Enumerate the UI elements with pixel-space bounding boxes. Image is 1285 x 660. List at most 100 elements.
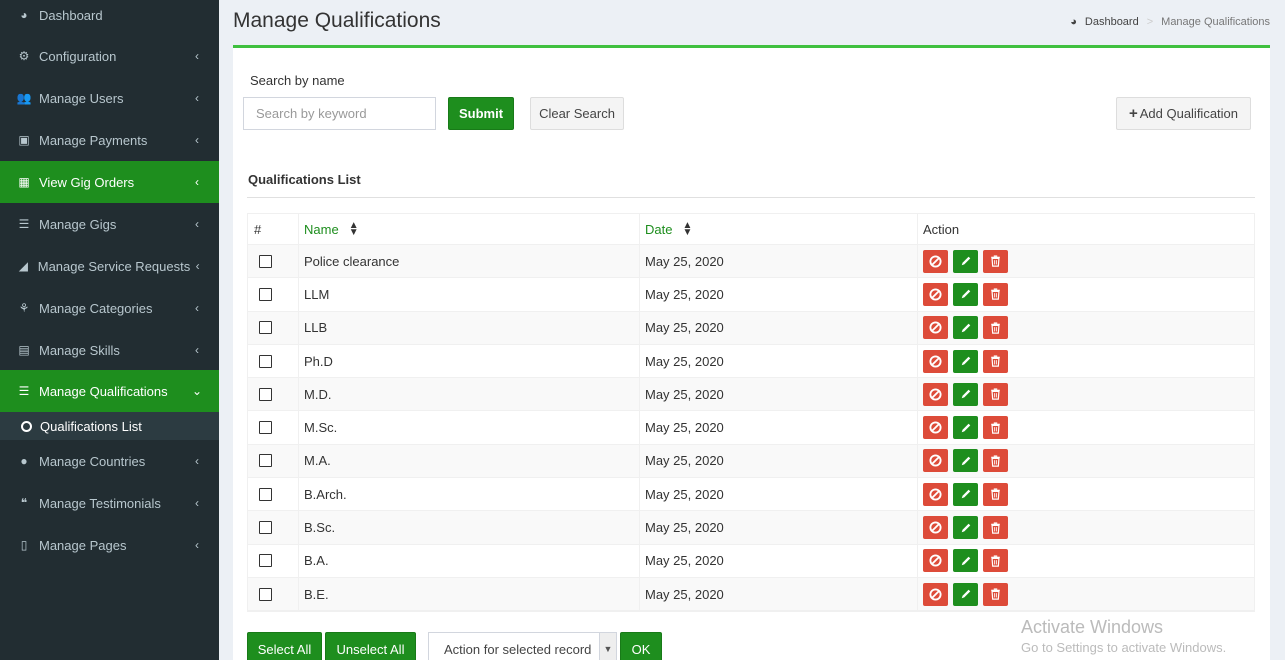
pencil-icon[interactable] <box>953 282 978 306</box>
ban-icon[interactable] <box>923 382 948 406</box>
list-alt-icon: ☰ <box>18 217 30 231</box>
row-checkbox[interactable] <box>259 287 272 301</box>
row-checkbox[interactable] <box>259 487 272 501</box>
sidebar-item-manage-countries[interactable]: ● Manage Countries ‹ <box>0 440 219 482</box>
row-checkbox[interactable] <box>259 587 272 601</box>
unselect-all-button[interactable]: Unselect All <box>325 632 416 660</box>
trash-icon[interactable] <box>983 382 1008 406</box>
cogs-icon: ⚙ <box>18 49 30 63</box>
content-box: Search by name Search by keyword Submit … <box>233 45 1270 660</box>
ban-icon[interactable] <box>923 482 948 506</box>
pencil-icon[interactable] <box>953 382 978 406</box>
column-header-name[interactable]: Name ▲ ▼ <box>304 214 359 244</box>
table-row: M.A. May 25, 2020 <box>248 444 1254 479</box>
row-date: May 25, 2020 <box>645 420 724 436</box>
row-checkbox[interactable] <box>259 521 272 535</box>
bulk-action-select[interactable]: Action for selected record ▼ <box>428 632 617 660</box>
pencil-icon[interactable] <box>953 349 978 373</box>
sidebar-item-label: Configuration <box>39 48 117 64</box>
row-name: Police clearance <box>304 253 400 269</box>
row-date: May 25, 2020 <box>645 286 724 302</box>
row-checkbox[interactable] <box>259 354 272 368</box>
chevron-left-icon: ‹ <box>195 133 199 147</box>
row-checkbox[interactable] <box>259 554 272 568</box>
row-checkbox-cell <box>254 545 272 577</box>
ok-button[interactable]: OK <box>620 632 662 660</box>
select-all-button[interactable]: Select All <box>247 632 322 660</box>
sidebar-item-manage-categories[interactable]: ⚘ Manage Categories ‹ <box>0 287 219 329</box>
pencil-icon[interactable] <box>953 582 978 606</box>
add-qualification-button[interactable]: + Add Qualification <box>1116 97 1251 130</box>
circle-icon <box>21 420 32 432</box>
breadcrumb-home[interactable]: ◕ Dashboard <box>1070 16 1138 28</box>
ban-icon[interactable] <box>923 249 948 273</box>
table-row: B.E. May 25, 2020 <box>248 577 1254 612</box>
sidebar-item-configuration[interactable]: ⚙ Configuration ‹ <box>0 35 219 77</box>
ban-icon[interactable] <box>923 416 948 440</box>
pencil-icon[interactable] <box>953 416 978 440</box>
row-name: LLB <box>304 320 328 336</box>
row-checkbox-cell <box>254 312 272 344</box>
ban-icon[interactable] <box>923 316 948 340</box>
trash-icon[interactable] <box>983 316 1008 340</box>
sidebar-item-manage-skills[interactable]: ▤ Manage Skills ‹ <box>0 329 219 371</box>
pencil-icon[interactable] <box>953 449 978 473</box>
trash-icon[interactable] <box>983 549 1008 573</box>
row-checkbox[interactable] <box>259 387 272 401</box>
pencil-icon[interactable] <box>953 549 978 573</box>
trash-icon[interactable] <box>983 416 1008 440</box>
sidebar-item-view-gig-orders[interactable]: ▦ View Gig Orders ‹ <box>0 161 219 203</box>
ban-icon[interactable] <box>923 516 948 540</box>
trash-icon[interactable] <box>983 482 1008 506</box>
row-actions <box>923 578 1013 610</box>
ban-icon[interactable] <box>923 549 948 573</box>
pencil-icon[interactable] <box>953 516 978 540</box>
chevron-left-icon: ‹ <box>195 538 199 552</box>
row-checkbox[interactable] <box>259 321 272 335</box>
row-actions <box>923 312 1013 344</box>
pencil-icon[interactable] <box>953 482 978 506</box>
ban-icon[interactable] <box>923 282 948 306</box>
trash-icon[interactable] <box>983 249 1008 273</box>
chevron-left-icon: ‹ <box>195 301 199 315</box>
row-date: May 25, 2020 <box>645 253 724 269</box>
search-input[interactable]: Search by keyword <box>243 97 436 130</box>
row-date: May 25, 2020 <box>645 386 724 402</box>
sidebar-subitem-label: Qualifications List <box>40 418 142 434</box>
ban-icon[interactable] <box>923 582 948 606</box>
ban-icon[interactable] <box>923 449 948 473</box>
quote-icon: ❝ <box>20 496 28 510</box>
sidebar-item-manage-payments[interactable]: ▣ Manage Payments ‹ <box>0 119 219 161</box>
row-date: May 25, 2020 <box>645 520 724 536</box>
chevron-down-icon: ⌄ <box>191 384 203 398</box>
trash-icon[interactable] <box>983 449 1008 473</box>
sidebar-item-manage-qualifications[interactable]: ☰ Manage Qualifications ⌄ <box>0 370 219 412</box>
sidebar-item-manage-users[interactable]: 👥 Manage Users ‹ <box>0 77 219 119</box>
add-qualification-label: Add Qualification <box>1139 106 1239 121</box>
row-checkbox-cell <box>254 345 272 377</box>
column-header-date-label: Date <box>645 221 673 237</box>
ban-icon[interactable] <box>923 349 948 373</box>
trash-icon[interactable] <box>983 582 1008 606</box>
pencil-icon[interactable] <box>953 316 978 340</box>
row-checkbox[interactable] <box>259 254 272 268</box>
sidebar-subitem-qualifications-list[interactable]: Qualifications List <box>0 412 219 440</box>
clear-search-button[interactable]: Clear Search <box>530 97 624 130</box>
trash-icon[interactable] <box>983 349 1008 373</box>
column-header-date[interactable]: Date ▲ ▼ <box>645 214 692 244</box>
submit-button[interactable]: Submit <box>448 97 514 130</box>
chevron-left-icon: ‹ <box>195 217 199 231</box>
sidebar-item-manage-service-requests[interactable]: ◢ Manage Service Requests ‹ <box>0 245 219 287</box>
trash-icon[interactable] <box>983 282 1008 306</box>
pencil-icon[interactable] <box>953 249 978 273</box>
sidebar-item-manage-gigs[interactable]: ☰ Manage Gigs ‹ <box>0 203 219 245</box>
sidebar-item-manage-pages[interactable]: ▯ Manage Pages ‹ <box>0 524 219 566</box>
row-checkbox[interactable] <box>259 454 272 468</box>
qualifications-table: # Name ▲ ▼ Date ▲ ▼ Action Police clearanc… <box>247 213 1255 613</box>
row-checkbox[interactable] <box>259 421 272 435</box>
trash-icon[interactable] <box>983 516 1008 540</box>
sidebar-item-manage-testimonials[interactable]: ❝ Manage Testimonials ‹ <box>0 482 219 524</box>
sitemap-icon: ⚘ <box>18 301 30 315</box>
sidebar-item-dashboard[interactable]: ◕ Dashboard <box>0 0 219 36</box>
sidebar-item-label: Manage Testimonials <box>39 495 161 511</box>
